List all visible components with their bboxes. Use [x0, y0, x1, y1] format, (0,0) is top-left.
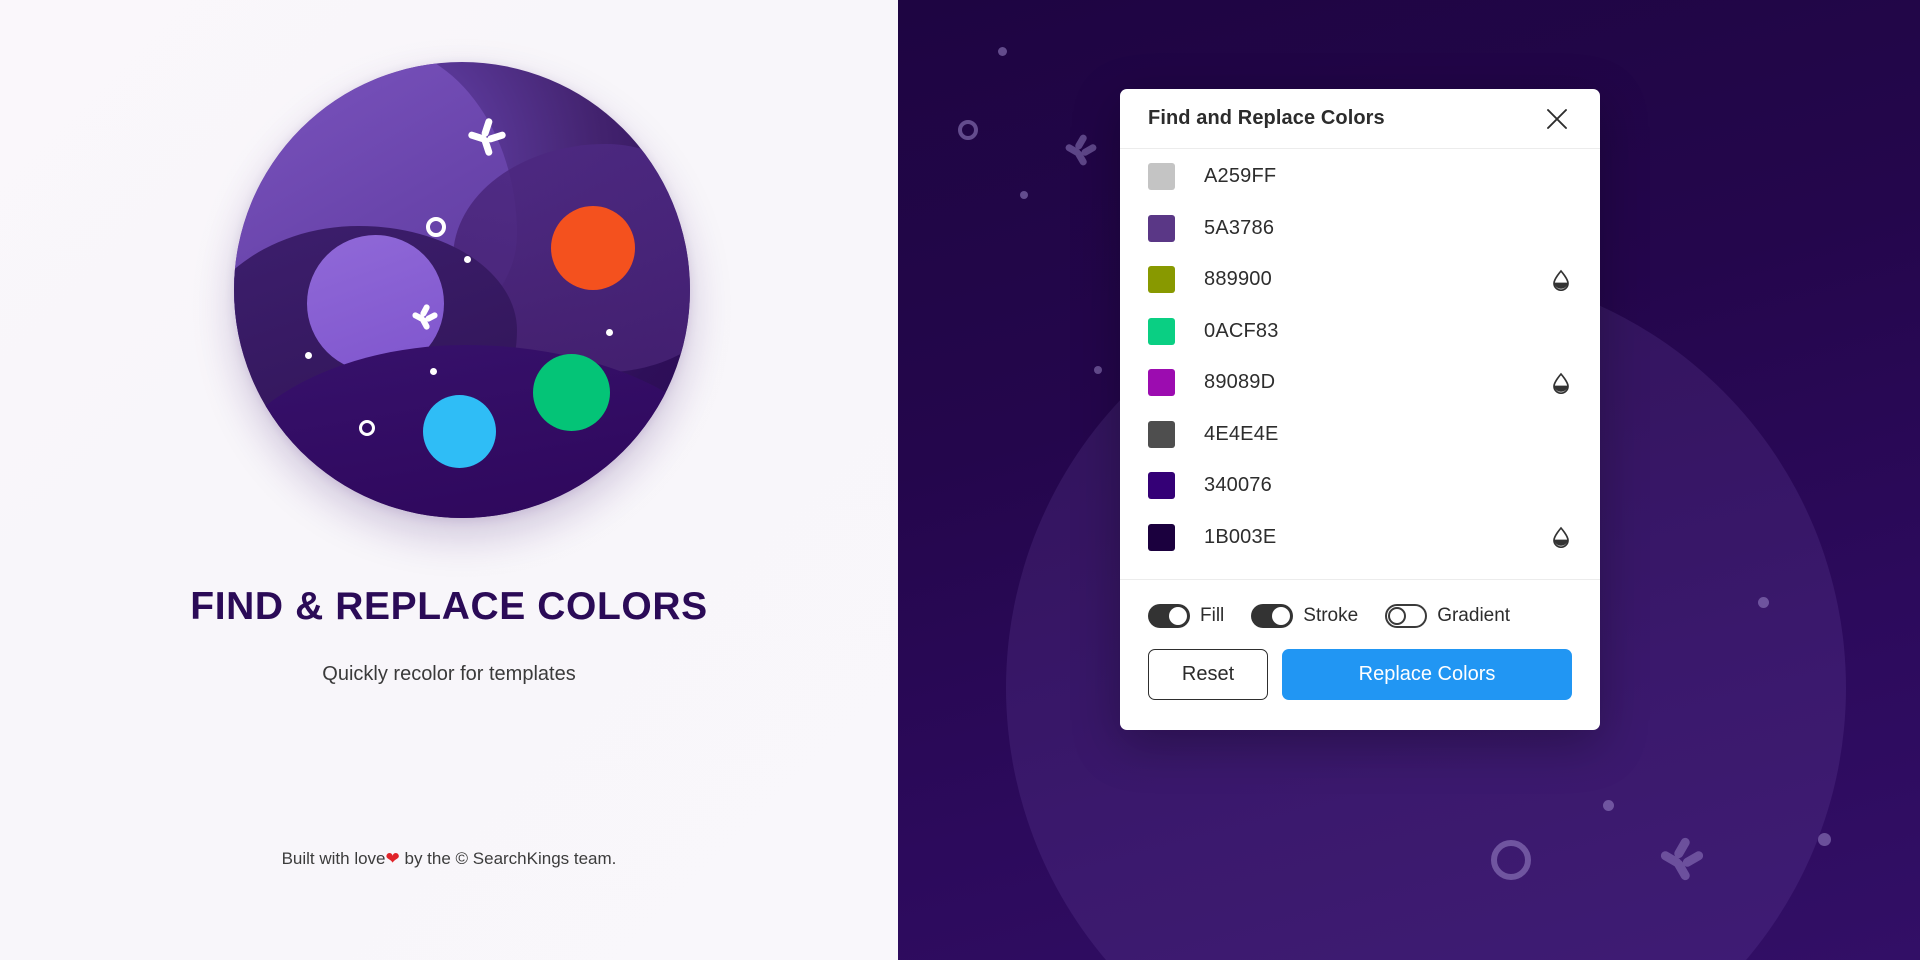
color-swatch[interactable] [1148, 317, 1175, 345]
ring-dot [425, 217, 446, 238]
toggle-knob [1169, 607, 1187, 625]
speck [998, 47, 1007, 56]
footer-credit-post: by the © SearchKings team. [399, 849, 617, 868]
hero-panel: FIND & REPLACE COLORS Quickly recolor fo… [0, 0, 898, 960]
dialog-header: Find and Replace Colors [1120, 89, 1600, 149]
color-row[interactable]: 4E4E4E [1120, 409, 1600, 461]
speck [605, 328, 613, 336]
preview-panel: Find and Replace Colors A259FF 5A3786 88… [898, 0, 1920, 960]
color-list[interactable]: A259FF 5A3786 889900 0ACF83 89089D 4E4E4… [1120, 149, 1600, 580]
sparkle-icon [411, 303, 439, 331]
color-swatch[interactable] [1148, 214, 1175, 242]
sparkle-icon [1064, 133, 1098, 167]
speck [304, 351, 312, 359]
color-swatch[interactable] [1148, 420, 1175, 448]
heart-icon: ❤ [385, 849, 400, 868]
dialog-title: Find and Replace Colors [1148, 107, 1385, 129]
close-icon[interactable] [1540, 102, 1574, 136]
color-swatch[interactable] [1148, 523, 1175, 551]
color-hex-label: 340076 [1204, 474, 1272, 497]
color-row[interactable]: A259FF [1120, 151, 1600, 203]
page-subtitle: Quickly recolor for templates [322, 663, 576, 685]
color-row[interactable]: 340076 [1120, 460, 1600, 512]
color-hex-label: A259FF [1204, 165, 1277, 188]
speck [1603, 800, 1614, 811]
color-swatch[interactable] [1148, 472, 1175, 500]
sparkle-icon [1658, 835, 1706, 883]
speck [1094, 366, 1102, 374]
speck [1818, 833, 1831, 846]
page-title: FIND & REPLACE COLORS [190, 585, 708, 628]
dialog-actions: Reset Replace Colors [1120, 628, 1600, 730]
toggle-gradient[interactable]: Gradient [1385, 604, 1510, 628]
toggle-row: Fill Stroke Gradient [1120, 580, 1600, 628]
color-blob-circle-illustration [234, 62, 690, 518]
toggle-stroke[interactable]: Stroke [1251, 604, 1358, 628]
toggle-knob [1272, 607, 1291, 625]
color-swatch[interactable] [1148, 369, 1175, 397]
droplet-icon[interactable] [1550, 269, 1572, 291]
footer-credit: Built with love❤ by the © SearchKings te… [0, 849, 898, 869]
footer-credit-pre: Built with love [281, 849, 386, 868]
color-hex-label: 1B003E [1204, 525, 1277, 548]
color-hex-label: 0ACF83 [1204, 319, 1279, 342]
illustration-circle [234, 62, 690, 518]
color-row[interactable]: 5A3786 [1120, 203, 1600, 255]
toggle-switch-stroke[interactable] [1251, 604, 1294, 628]
speck [1758, 597, 1769, 608]
color-row[interactable]: 89089D [1120, 357, 1600, 409]
color-row[interactable]: 0ACF83 [1120, 306, 1600, 358]
color-hex-label: 89089D [1204, 371, 1276, 394]
toggle-switch-fill[interactable] [1148, 604, 1190, 628]
toggle-switch-gradient[interactable] [1385, 604, 1428, 628]
sparkle-icon [466, 117, 507, 157]
toggle-label-fill: Fill [1200, 605, 1225, 626]
reset-button[interactable]: Reset [1148, 649, 1268, 700]
toggle-label-gradient: Gradient [1437, 605, 1511, 626]
ring-dot [1491, 840, 1531, 880]
color-hex-label: 5A3786 [1204, 216, 1275, 239]
color-hex-label: 4E4E4E [1204, 422, 1279, 445]
color-hex-label: 889900 [1204, 268, 1272, 291]
replace-colors-button[interactable]: Replace Colors [1282, 649, 1572, 700]
illustration-dot-blue [423, 394, 497, 468]
color-swatch[interactable] [1148, 163, 1175, 191]
toggle-knob [1388, 607, 1407, 625]
droplet-icon[interactable] [1550, 526, 1572, 549]
color-row[interactable]: 1B003E [1120, 512, 1600, 564]
ring-dot [958, 120, 978, 140]
color-swatch[interactable] [1148, 266, 1175, 294]
speck [430, 367, 438, 375]
find-replace-colors-dialog: Find and Replace Colors A259FF 5A3786 88… [1120, 89, 1600, 730]
droplet-icon[interactable] [1550, 372, 1572, 394]
speck [1020, 191, 1028, 199]
toggle-label-stroke: Stroke [1303, 605, 1359, 626]
toggle-fill[interactable]: Fill [1148, 604, 1224, 628]
illustration-dot-green [532, 353, 611, 432]
close-icon-glyph [1547, 108, 1567, 129]
color-row[interactable]: 889900 [1120, 254, 1600, 306]
illustration-dot-orange [550, 205, 636, 290]
